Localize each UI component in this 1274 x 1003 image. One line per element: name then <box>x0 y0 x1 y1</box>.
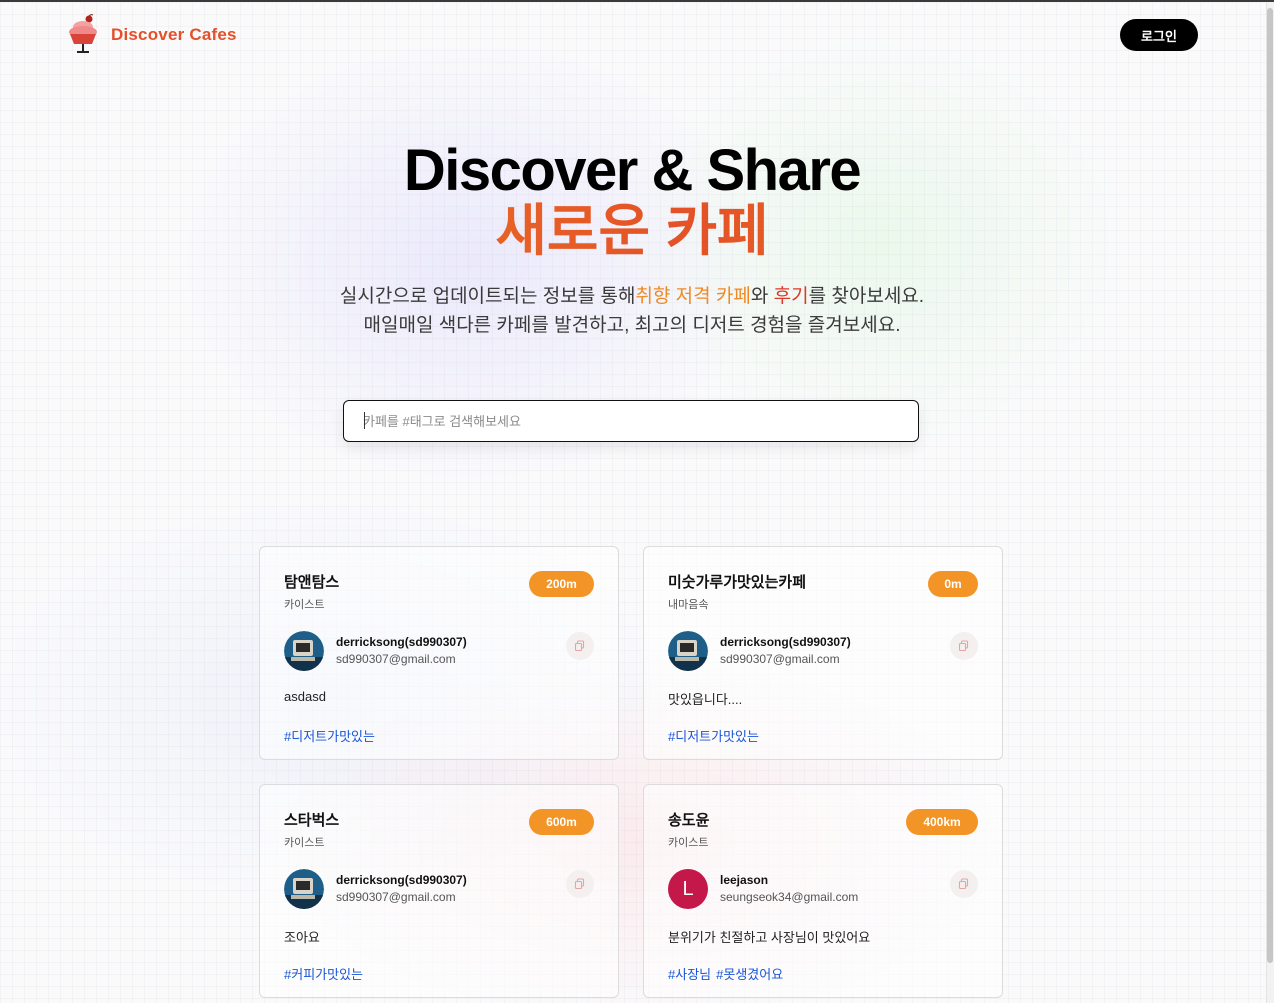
copy-icon <box>574 878 585 890</box>
hero-subtitle: 새로운 카페 <box>0 202 1274 260</box>
user-email: sd990307@gmail.com <box>720 652 840 666</box>
brand-link[interactable]: Discover Cafes <box>67 14 237 56</box>
hero-section: Discover & Share 새로운 카페 실시간으로 업데이트되는 정보를… <box>0 140 1274 340</box>
review-text: asdasd <box>284 689 326 704</box>
desc-highlight-cafe: 취향 저격 카페 <box>635 286 751 307</box>
top-header: Discover Cafes 로그인 <box>67 12 1198 58</box>
user-email: sd990307@gmail.com <box>336 890 456 904</box>
cupcake-icon <box>69 14 97 53</box>
user-name: leejason <box>720 873 769 887</box>
cafe-card[interactable]: 스타벅스 카이스트 600m derricksong(sd990307) sd9… <box>259 784 619 998</box>
cafe-place: 내마음속 <box>668 599 709 611</box>
search-box[interactable] <box>343 400 919 442</box>
copy-button[interactable] <box>566 870 594 898</box>
desc-text: 를 찾아보세요. <box>808 286 925 307</box>
tag-link[interactable]: #못생겼어요 <box>716 964 783 983</box>
retro-computer-avatar <box>284 631 324 671</box>
cafe-place: 카이스트 <box>284 599 325 611</box>
retro-computer-avatar <box>668 631 708 671</box>
tag-link[interactable]: #사장님 <box>668 964 711 983</box>
user-email: sd990307@gmail.com <box>336 652 456 666</box>
search-input[interactable] <box>363 413 918 429</box>
copy-button[interactable] <box>950 632 978 660</box>
review-text: 분위기가 친절하고 사장님이 맛있어요 <box>668 930 871 945</box>
copy-button[interactable] <box>950 870 978 898</box>
tag-list: #사장님 #못생겼어요 <box>668 964 783 983</box>
text-caret <box>364 412 365 429</box>
user-name: derricksong(sd990307) <box>720 635 851 649</box>
cafe-title: 스타벅스 <box>284 812 340 829</box>
tag-list: #디저트가맛있는 <box>284 726 375 745</box>
desc-text: 와 <box>750 286 774 307</box>
copy-icon <box>958 878 969 890</box>
review-text: 조아요 <box>284 930 320 945</box>
tag-link[interactable]: #디저트가맛있는 <box>284 726 375 745</box>
tag-link[interactable]: #커피가맛있는 <box>284 964 363 983</box>
cafe-title: 탐앤탐스 <box>284 574 340 591</box>
scrollbar-thumb[interactable] <box>1267 8 1273 963</box>
avatar: L <box>668 869 708 909</box>
cafe-place: 카이스트 <box>668 837 709 849</box>
copy-icon <box>958 640 969 652</box>
distance-badge: 200m <box>529 571 594 597</box>
tag-link[interactable]: #디저트가맛있는 <box>668 726 759 745</box>
retro-computer-avatar <box>284 869 324 909</box>
cafe-title: 송도윤 <box>668 812 710 829</box>
cafe-card[interactable]: 탐앤탐스 카이스트 200m derricksong(sd990307) sd9… <box>259 546 619 760</box>
cafe-card[interactable]: 송도윤 카이스트 400km L leejason seungseok34@gm… <box>643 784 1003 998</box>
copy-icon <box>574 640 585 652</box>
tag-list: #커피가맛있는 <box>284 964 363 983</box>
desc-line-2: 매일매일 색다른 카페를 발견하고, 최고의 디저트 경험을 즐겨보세요. <box>363 315 901 336</box>
page-scrollbar[interactable] <box>1266 2 1274 1003</box>
distance-badge: 0m <box>928 571 978 597</box>
user-email: seungseok34@gmail.com <box>720 890 859 904</box>
review-text: 맛있읍니다.... <box>668 692 743 707</box>
login-button[interactable]: 로그인 <box>1120 19 1198 51</box>
cafe-place: 카이스트 <box>284 837 325 849</box>
hero-description: 실시간으로 업데이트되는 정보를 통해취향 저격 카페와 후기를 찾아보세요. … <box>0 282 1274 340</box>
cafe-title: 미숫가루가맛있는카페 <box>668 574 807 591</box>
tag-list: #디저트가맛있는 <box>668 726 759 745</box>
hero-title: Discover & Share <box>403 138 862 203</box>
copy-button[interactable] <box>566 632 594 660</box>
distance-badge: 400km <box>906 809 978 835</box>
user-name: derricksong(sd990307) <box>336 635 467 649</box>
user-name: derricksong(sd990307) <box>336 873 467 887</box>
brand-name: Discover Cafes <box>111 25 237 44</box>
distance-badge: 600m <box>529 809 594 835</box>
desc-text: 실시간으로 업데이트되는 정보를 통해 <box>339 286 636 307</box>
cafe-card[interactable]: 미숫가루가맛있는카페 내마음속 0m derricksong(sd990307)… <box>643 546 1003 760</box>
desc-highlight-review: 후기 <box>773 286 809 307</box>
